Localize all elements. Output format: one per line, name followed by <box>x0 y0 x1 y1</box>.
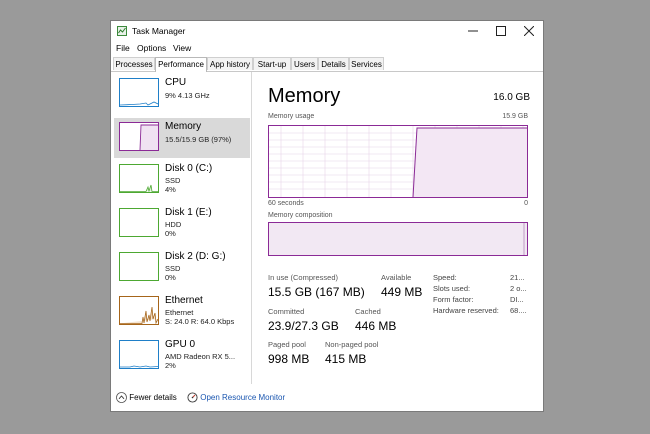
memory-usage-label: Memory usage <box>268 113 315 120</box>
menu-file[interactable]: File <box>116 43 130 53</box>
hardware-reserved-label: Hardware reserved: <box>433 306 499 315</box>
gpu-0-thumbnail-graph <box>119 340 159 369</box>
cached-label: Cached <box>355 307 381 316</box>
sidebar-item-label: Disk 1 (E:) <box>165 207 212 218</box>
in-use-label: In use (Compressed) <box>268 273 339 282</box>
sidebar-item-detail: 4% <box>165 185 176 194</box>
tab-services[interactable]: Services <box>349 57 384 70</box>
memory-performance-panel: Memory 16.0 GB Memory usage 15.9 GB 60 s… <box>263 72 538 384</box>
available-value: 449 MB <box>381 285 423 299</box>
window-title: Task Manager <box>132 26 186 36</box>
tab-app-history[interactable]: App history <box>207 57 253 70</box>
sidebar-item-disk-0[interactable]: Disk 0 (C:) SSD 4% <box>114 160 250 200</box>
close-icon <box>523 26 535 37</box>
open-resource-monitor-link[interactable]: Open Resource Monitor <box>187 392 285 403</box>
sidebar-item-detail: 9% 4.13 GHz <box>165 91 210 100</box>
close-button[interactable] <box>515 21 543 43</box>
sidebar-item-cpu[interactable]: CPU 9% 4.13 GHz <box>114 74 250 114</box>
sidebar-item-label: Memory <box>165 121 202 132</box>
open-resource-monitor-label: Open Resource Monitor <box>200 393 286 402</box>
sidebar-item-disk-1[interactable]: Disk 1 (E:) HDD 0% <box>114 204 250 244</box>
maximize-icon <box>496 26 506 37</box>
disk-2-thumbnail-graph <box>119 252 159 281</box>
hardware-reserved-value: 68.... <box>510 306 527 315</box>
disk-0-thumbnail-graph <box>119 164 159 193</box>
tab-performance[interactable]: Performance <box>155 57 207 72</box>
tab-details[interactable]: Details <box>318 57 349 70</box>
task-manager-window: Task Manager File Options View Processes… <box>110 20 544 412</box>
sidebar-item-type: SSD <box>165 264 181 273</box>
available-label: Available <box>381 273 412 282</box>
sidebar-item-detail: 15.5/15.9 GB (97%) <box>165 135 232 144</box>
resource-monitor-icon <box>187 392 198 403</box>
speed-value: 21... <box>510 273 525 282</box>
slots-used-value: 2 o... <box>510 284 527 293</box>
cached-value: 446 MB <box>355 319 397 333</box>
sidebar-item-type: Ethernet <box>165 308 194 317</box>
menu-options[interactable]: Options <box>137 43 166 53</box>
page-title: Memory <box>268 85 341 107</box>
sidebar-item-label: GPU 0 <box>165 339 196 350</box>
memory-thumbnail-graph <box>119 122 159 151</box>
sidebar-item-disk-2[interactable]: Disk 2 (D: G:) SSD 0% <box>114 248 250 288</box>
sidebar-item-memory[interactable]: Memory 15.5/15.9 GB (97%) <box>114 118 250 158</box>
form-factor-value: DI... <box>510 295 524 304</box>
sidebar-item-label: Disk 0 (C:) <box>165 163 213 174</box>
ethernet-thumbnail-graph <box>119 296 159 325</box>
footer-bar: Fewer details Open Resource Monitor <box>111 384 543 411</box>
form-factor-label: Form factor: <box>433 295 474 304</box>
sidebar-item-detail: 0% <box>165 273 176 282</box>
fewer-details-button[interactable]: Fewer details <box>116 392 177 403</box>
memory-usage-max: 15.9 GB <box>502 113 528 120</box>
chevron-up-icon <box>116 392 127 403</box>
sidebar-item-detail: S: 24.0 R: 64.0 Kbps <box>165 317 235 326</box>
graph-time-label: 60 seconds <box>268 200 304 207</box>
task-manager-app-icon <box>117 26 127 36</box>
disk-1-thumbnail-graph <box>119 208 159 237</box>
sidebar-item-gpu-0[interactable]: GPU 0 AMD Radeon RX 5... 2% <box>114 336 250 376</box>
in-use-value: 15.5 GB (167 MB) <box>268 285 365 299</box>
tab-processes[interactable]: Processes <box>113 57 155 70</box>
tab-users[interactable]: Users <box>291 57 318 70</box>
maximize-button[interactable] <box>487 21 515 43</box>
memory-composition-label: Memory composition <box>268 212 333 219</box>
cpu-thumbnail-graph <box>119 78 159 107</box>
memory-usage-graph <box>268 125 528 198</box>
sidebar-item-type: SSD <box>165 176 181 185</box>
minimize-icon <box>468 30 478 32</box>
sidebar-item-detail: 0% <box>165 229 176 238</box>
memory-composition-bar <box>268 222 528 256</box>
graph-time-min: 0 <box>524 200 528 207</box>
sidebar-item-label: CPU <box>165 77 187 88</box>
title-bar: Task Manager <box>111 21 543 43</box>
performance-sidebar: CPU 9% 4.13 GHz Memory 15.5/15.9 GB (97%… <box>111 72 252 384</box>
paged-pool-label: Paged pool <box>268 340 306 349</box>
committed-label: Committed <box>268 307 305 316</box>
fewer-details-label: Fewer details <box>129 393 177 402</box>
tab-start-up[interactable]: Start-up <box>253 57 291 70</box>
sidebar-item-ethernet[interactable]: Ethernet Ethernet S: 24.0 R: 64.0 Kbps <box>114 292 250 332</box>
committed-value: 23.9/27.3 GB <box>268 319 339 333</box>
sidebar-item-detail: 2% <box>165 361 176 370</box>
sidebar-item-label: Disk 2 (D: G:) <box>165 251 226 262</box>
sidebar-item-type: HDD <box>165 220 182 229</box>
non-paged-pool-label: Non-paged pool <box>325 340 379 349</box>
memory-total: 16.0 GB <box>493 92 530 103</box>
tab-bar: Processes Performance App history Start-… <box>111 57 543 72</box>
minimize-button[interactable] <box>459 21 487 43</box>
paged-pool-value: 998 MB <box>268 352 310 366</box>
speed-label: Speed: <box>433 273 457 282</box>
memory-composition-standby-segment <box>523 223 525 255</box>
sidebar-item-label: Ethernet <box>165 295 203 306</box>
sidebar-item-type: AMD Radeon RX 5... <box>165 352 236 361</box>
non-paged-pool-value: 415 MB <box>325 352 367 366</box>
slots-used-label: Slots used: <box>433 284 471 293</box>
memory-usage-graph-plot <box>269 126 527 197</box>
menu-view[interactable]: View <box>173 43 191 53</box>
